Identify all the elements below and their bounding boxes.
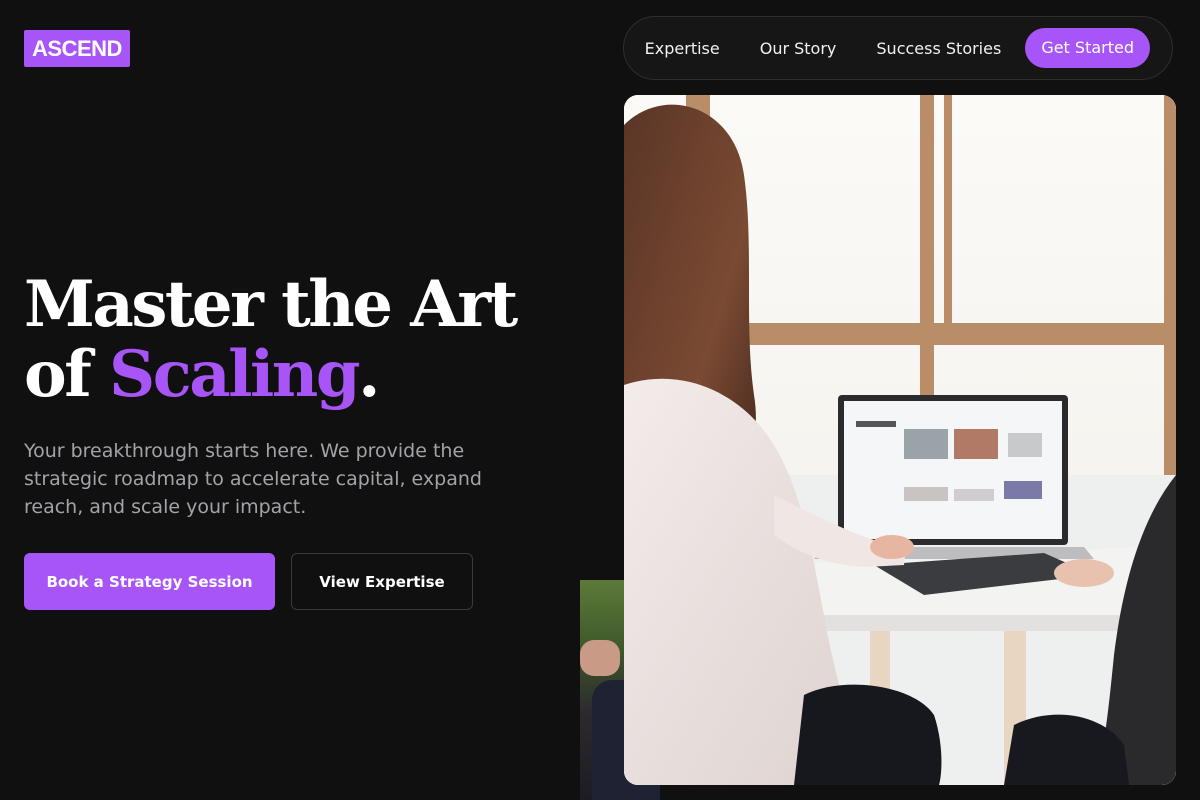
nav-link-expertise[interactable]: Expertise <box>645 39 720 58</box>
book-strategy-session-button[interactable]: Book a Strategy Session <box>24 553 275 610</box>
nav-link-success-stories[interactable]: Success Stories <box>876 39 1001 58</box>
get-started-button[interactable]: Get Started <box>1025 28 1150 68</box>
headline-line-2-prefix: of <box>24 337 109 412</box>
nav-link-our-story[interactable]: Our Story <box>760 39 837 58</box>
landing-page: ASCEND Expertise Our Story Success Stori… <box>0 0 1200 800</box>
hero-subtitle: Your breakthrough starts here. We provid… <box>24 440 482 518</box>
hero-headline: Master the Art of Scaling. <box>24 267 518 412</box>
main-photo <box>624 95 1176 785</box>
main-nav: Expertise Our Story Success Stories Get … <box>623 16 1173 80</box>
headline-accent-word: Scaling <box>109 337 361 412</box>
brand-logo[interactable]: ASCEND <box>24 30 130 67</box>
view-expertise-button[interactable]: View Expertise <box>291 553 473 610</box>
secondary-photo-hand <box>580 640 620 676</box>
headline-line-1: Master the Art <box>24 267 518 342</box>
headline-period: . <box>358 337 380 412</box>
